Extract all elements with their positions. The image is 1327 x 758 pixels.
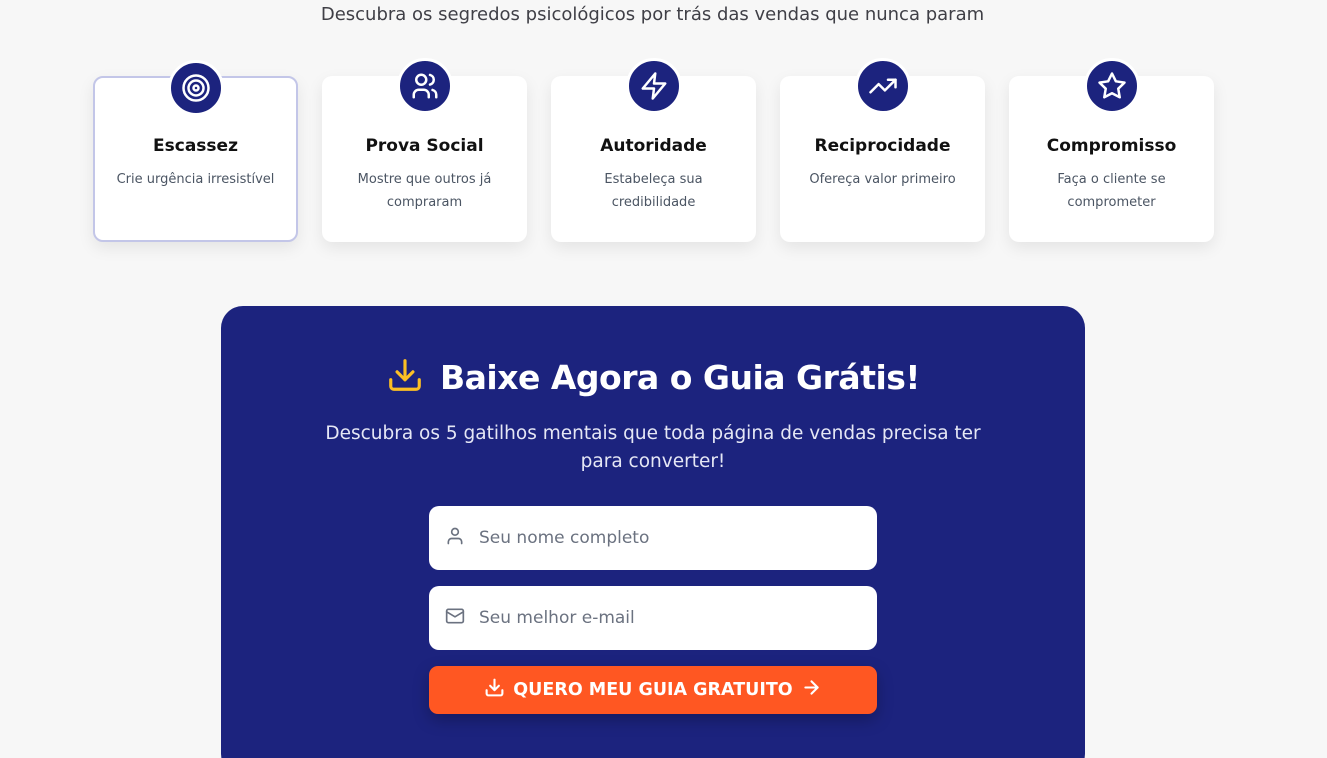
card-description: Crie urgência irresistível xyxy=(116,172,275,187)
cta-heading: Baixe Agora o Guia Grátis! xyxy=(221,356,1085,398)
user-icon xyxy=(445,526,465,550)
card-title: Compromisso xyxy=(1046,136,1177,156)
download-icon xyxy=(386,356,424,398)
card-compromisso[interactable]: Compromisso Faça o cliente se compromete… xyxy=(1009,58,1214,242)
trending-up-icon xyxy=(854,58,911,114)
card-description: Faça o cliente se comprometer xyxy=(1057,172,1166,210)
card-prova-social[interactable]: Prova Social Mostre que outros já compra… xyxy=(322,58,527,242)
card-title: Reciprocidade xyxy=(814,136,951,156)
email-field[interactable] xyxy=(429,586,877,650)
card-title: Prova Social xyxy=(365,136,484,156)
card-description: Estabeleça sua credibilidade xyxy=(604,172,703,210)
cta-title: Baixe Agora o Guia Grátis! xyxy=(440,357,920,397)
star-icon xyxy=(1083,58,1140,114)
landing-page: Descubra os segredos psicológicos por tr… xyxy=(0,0,1327,758)
email-input[interactable] xyxy=(479,608,839,628)
lightning-icon xyxy=(625,58,682,114)
card-description: Mostre que outros já compraram xyxy=(357,172,492,210)
lead-capture-box: Baixe Agora o Guia Grátis! Descubra os 5… xyxy=(221,306,1085,758)
section-subtitle: Descubra os segredos psicológicos por tr… xyxy=(320,4,985,25)
name-input[interactable] xyxy=(479,528,839,548)
mail-icon xyxy=(445,606,465,630)
arrow-right-icon xyxy=(801,677,822,703)
card-reciprocidade[interactable]: Reciprocidade Ofereça valor primeiro xyxy=(780,58,985,242)
card-description: Ofereça valor primeiro xyxy=(809,172,956,187)
submit-button[interactable]: QUERO MEU GUIA GRATUITO xyxy=(429,666,877,714)
target-icon xyxy=(167,60,224,116)
card-autoridade[interactable]: Autoridade Estabeleça sua credibilidade xyxy=(551,58,756,242)
users-icon xyxy=(396,58,453,114)
trigger-cards: Escassez Crie urgência irresistível Prov… xyxy=(93,58,1214,242)
cta-description: Descubra os 5 gatilhos mentais que toda … xyxy=(325,423,981,472)
submit-label: QUERO MEU GUIA GRATUITO xyxy=(513,680,793,700)
card-escassez[interactable]: Escassez Crie urgência irresistível xyxy=(93,60,298,242)
name-field[interactable] xyxy=(429,506,877,570)
card-title: Escassez xyxy=(153,136,238,156)
download-icon xyxy=(484,677,505,703)
card-title: Autoridade xyxy=(600,136,707,156)
